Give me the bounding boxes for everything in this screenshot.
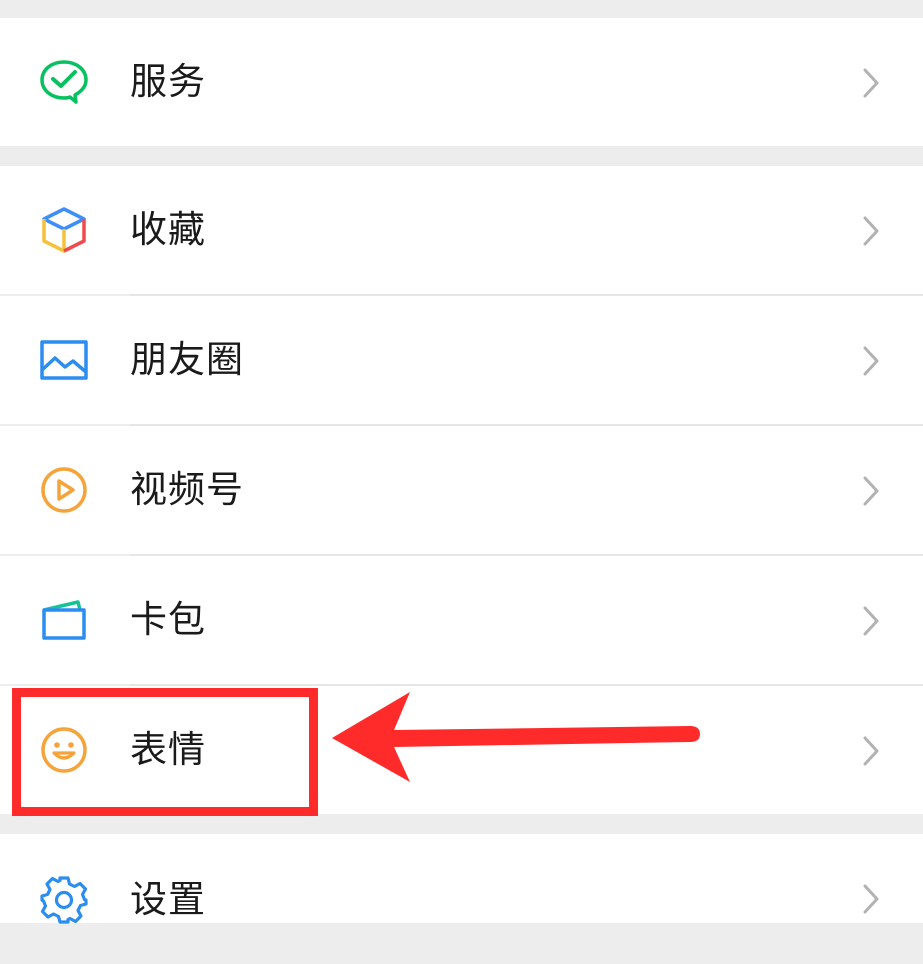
menu-item-label: 朋友圈 [130, 338, 244, 381]
menu-item-label: 视频号 [130, 468, 244, 511]
menu-item-label: 服务 [130, 60, 206, 103]
picture-icon [40, 340, 88, 380]
menu-item-moments[interactable]: 朋友圈 [0, 296, 923, 424]
top-gap [0, 0, 923, 18]
chevron-right-icon [863, 216, 879, 246]
chevron-right-icon [863, 606, 879, 636]
card-wallet-icon [42, 600, 86, 640]
play-circle-icon [41, 467, 87, 513]
chevron-right-icon [863, 476, 879, 506]
menu-item-services[interactable]: 服务 [0, 18, 923, 146]
chevron-right-icon [863, 884, 879, 914]
cube-icon [42, 207, 86, 253]
menu-item-label: 收藏 [130, 208, 206, 251]
wechat-pay-check-icon [40, 60, 88, 104]
menu-item-card-wallet[interactable]: 卡包 [0, 556, 923, 684]
chevron-right-icon [863, 736, 879, 766]
menu-item-settings[interactable]: 设置 [0, 834, 923, 924]
menu-item-favorites[interactable]: 收藏 [0, 166, 923, 294]
chevron-right-icon [863, 346, 879, 376]
menu-item-label: 设置 [130, 878, 206, 921]
gear-icon [40, 876, 88, 924]
menu-item-channels[interactable]: 视频号 [0, 426, 923, 554]
arrow-left-icon [332, 692, 700, 782]
chevron-right-icon [863, 68, 879, 98]
section-gap [0, 814, 923, 834]
highlight-box-annotation [12, 688, 318, 816]
menu-item-label: 卡包 [130, 598, 206, 641]
section-gap [0, 146, 923, 166]
